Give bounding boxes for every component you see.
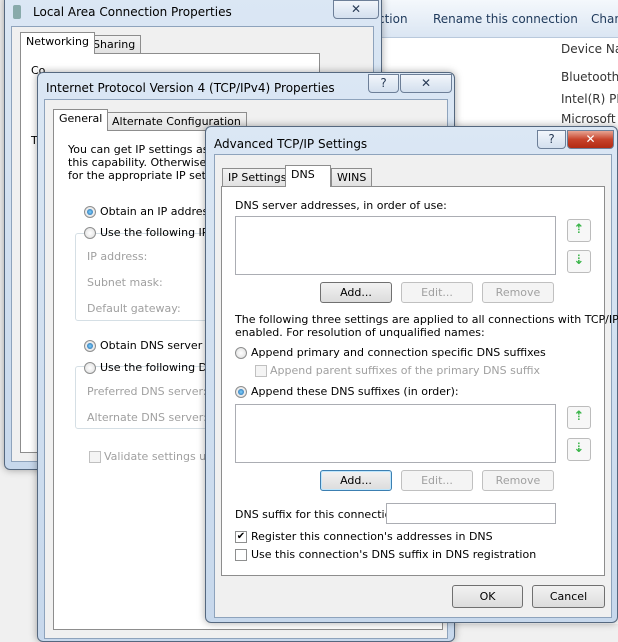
lac-close-button[interactable]: ✕	[333, 0, 379, 19]
register-checkbox[interactable]: ✔	[235, 531, 247, 543]
append-parent-label: Append parent suffixes of the primary DN…	[270, 364, 540, 377]
advanced-client: IP Settings DNS WINS DNS server addresse…	[214, 154, 618, 618]
dns-servers-list[interactable]	[235, 216, 556, 275]
append-parent-checkbox[interactable]	[255, 365, 267, 377]
info-line: enabled. For resolution of unqualified n…	[235, 326, 485, 339]
use-suffix-checkbox[interactable]	[235, 549, 247, 561]
network-adapter-icon	[13, 5, 21, 19]
use-suffix-label: Use this connection's DNS suffix in DNS …	[251, 548, 537, 561]
arrow-down-icon: ⇣	[573, 441, 585, 456]
register-label: Register this connection's addresses in …	[251, 530, 493, 543]
dns-suffix-label: DNS suffix for this connection:	[235, 508, 403, 521]
dns-servers-label: DNS server addresses, in order of use:	[235, 199, 447, 212]
alternate-dns-label: Alternate DNS server:	[87, 411, 207, 424]
column-device-name[interactable]: Device Nar	[561, 42, 618, 56]
tab-dns[interactable]: DNS	[285, 165, 331, 187]
ipv4-help-button[interactable]: ?	[368, 74, 399, 93]
obtain-dns-radio[interactable]	[84, 340, 96, 352]
preferred-dns-label: Preferred DNS server:	[87, 385, 207, 398]
intro-line: You can get IP settings assig	[68, 143, 225, 156]
lac-title: Local Area Connection Properties	[33, 5, 232, 19]
help-icon: ?	[380, 76, 387, 90]
default-gateway-label: Default gateway:	[87, 302, 181, 315]
tab-wins[interactable]: WINS	[331, 168, 373, 187]
append-primary-radio[interactable]	[235, 347, 247, 359]
arrow-up-icon: ⇡	[573, 409, 585, 424]
toolbar-change[interactable]: Chan	[591, 12, 618, 26]
tab-ip-settings[interactable]: IP Settings	[222, 168, 293, 187]
add-dns-server-button[interactable]: Add...	[320, 282, 392, 303]
edit-dns-server-button[interactable]: Edit...	[401, 282, 473, 303]
intro-line: for the appropriate IP setting	[68, 169, 228, 182]
dns-suffixes-list[interactable]	[235, 404, 556, 463]
advanced-dialog: Advanced TCP/IP Settings ? ✕ IP Settings…	[205, 126, 618, 623]
arrow-down-icon: ⇣	[573, 253, 585, 268]
add-suffix-button[interactable]: Add...	[320, 470, 392, 491]
tab-networking[interactable]: Networking	[20, 32, 95, 54]
dns-panel: DNS server addresses, in order of use: ⇡…	[221, 186, 618, 576]
advanced-help-button[interactable]: ?	[537, 130, 566, 149]
ok-button[interactable]: OK	[452, 585, 523, 608]
move-up-button[interactable]: ⇡	[567, 219, 591, 242]
arrow-up-icon: ⇡	[573, 222, 585, 237]
toolbar-diagnose[interactable]: ction	[378, 12, 408, 26]
device-row[interactable]: Bluetooth	[561, 70, 618, 84]
obtain-ip-radio[interactable]	[84, 206, 96, 218]
suffix-move-up-button[interactable]: ⇡	[567, 406, 591, 429]
edit-suffix-button[interactable]: Edit...	[401, 470, 473, 491]
append-these-radio[interactable]	[235, 386, 247, 398]
close-icon: ✕	[585, 132, 596, 146]
device-row[interactable]: Microsoft V	[561, 112, 618, 126]
toolbar-rename[interactable]: Rename this connection	[433, 12, 578, 26]
append-primary-label: Append primary and connection specific D…	[251, 346, 546, 359]
info-line: The following three settings are applied…	[235, 313, 618, 326]
help-icon: ?	[548, 132, 555, 146]
remove-dns-server-button[interactable]: Remove	[482, 282, 554, 303]
ipv4-close-button[interactable]: ✕	[400, 74, 452, 93]
device-row[interactable]: Intel(R) PR	[561, 92, 618, 106]
use-dns-radio[interactable]	[84, 362, 96, 374]
append-these-label: Append these DNS suffixes (in order):	[251, 385, 459, 398]
subnet-mask-label: Subnet mask:	[87, 276, 163, 289]
move-down-button[interactable]: ⇣	[567, 250, 591, 273]
use-ip-radio[interactable]	[84, 227, 96, 239]
intro-line: this capability. Otherwise, yo	[68, 156, 227, 169]
remove-suffix-button[interactable]: Remove	[482, 470, 554, 491]
validate-checkbox[interactable]	[89, 451, 101, 463]
tab-general[interactable]: General	[53, 109, 109, 131]
dns-suffix-input[interactable]	[386, 503, 556, 524]
close-icon: ✕	[420, 76, 432, 90]
advanced-title: Advanced TCP/IP Settings	[214, 137, 368, 151]
suffix-move-down-button[interactable]: ⇣	[567, 438, 591, 461]
ip-address-label: IP address:	[87, 250, 148, 263]
ipv4-title: Internet Protocol Version 4 (TCP/IPv4) P…	[46, 81, 335, 95]
close-icon: ✕	[350, 2, 362, 16]
tab-sharing[interactable]: Sharing	[87, 35, 142, 54]
advanced-close-button[interactable]: ✕	[567, 130, 614, 149]
cancel-button[interactable]: Cancel	[532, 585, 605, 608]
